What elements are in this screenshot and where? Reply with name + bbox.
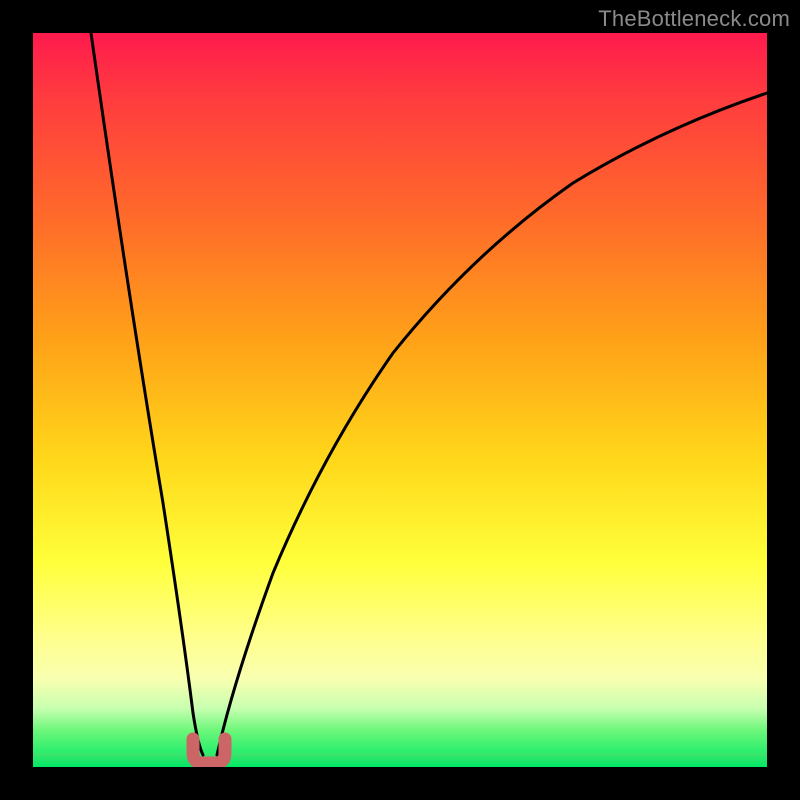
watermark-text: TheBottleneck.com	[598, 6, 790, 32]
plot-area	[33, 33, 767, 767]
bottleneck-curve	[33, 33, 767, 767]
optimal-region-marker	[193, 739, 225, 763]
chart-frame: TheBottleneck.com	[0, 0, 800, 800]
